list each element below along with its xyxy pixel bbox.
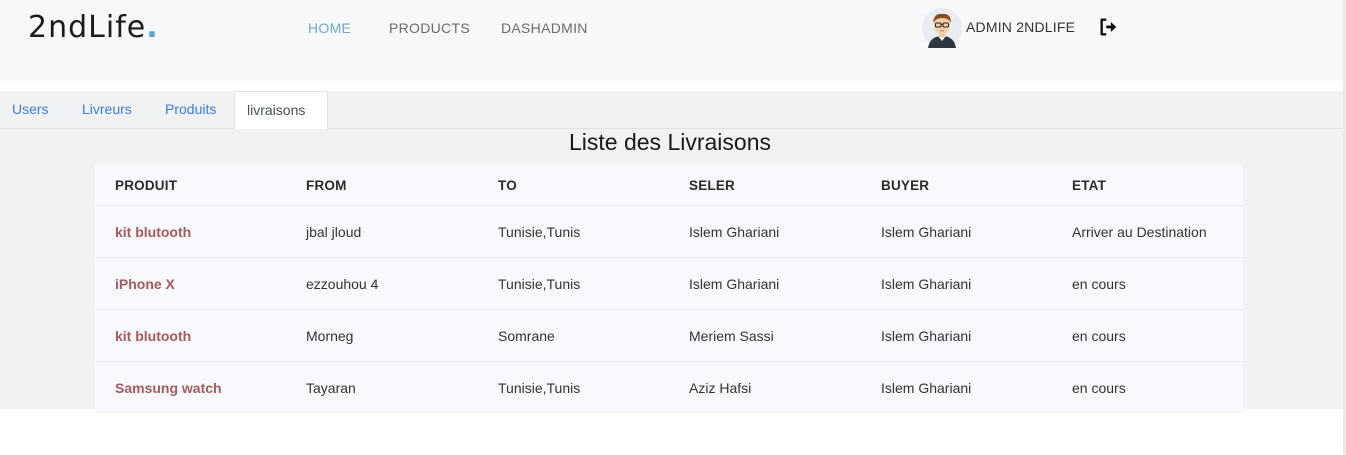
cell-buyer: Islem Ghariani: [881, 275, 972, 292]
cell-seler: Islem Ghariani: [689, 223, 780, 240]
admin-tabs: Users Livreurs Produits livraisons: [0, 91, 1343, 129]
cell-seler: Islem Ghariani: [689, 275, 780, 292]
nav-dashadmin-link[interactable]: DASHADMIN: [501, 19, 588, 37]
tab-produits[interactable]: Produits: [153, 91, 228, 127]
table-row: iPhone X ezzouhou 4 Tunisie,Tunis Islem …: [95, 258, 1243, 310]
cell-to: Somrane: [498, 327, 555, 344]
cell-produit: kit blutooth: [115, 327, 192, 344]
column-header-produit: PRODUIT: [115, 177, 178, 193]
cell-from: Morneg: [306, 327, 354, 344]
table-header-row: PRODUIT FROM TO SELER BUYER ETAT: [95, 165, 1243, 206]
table-row: kit blutooth jbal jloud Tunisie,Tunis Is…: [95, 206, 1243, 258]
column-header-seler: SELER: [689, 177, 736, 193]
cell-seler: Aziz Hafsi: [689, 379, 752, 396]
tab-users[interactable]: Users: [0, 91, 61, 127]
nav-home-link[interactable]: HOME: [308, 19, 351, 37]
tab-livraisons[interactable]: livraisons: [234, 91, 328, 129]
table-row: kit blutooth Morneg Somrane Meriem Sassi…: [95, 310, 1243, 362]
logout-icon[interactable]: [1098, 16, 1120, 38]
admin-name[interactable]: ADMIN 2NDLIFE: [966, 19, 1075, 35]
cell-to: Tunisie,Tunis: [498, 275, 581, 292]
nav-products-link[interactable]: PRODUCTS: [389, 19, 470, 37]
column-header-etat: ETAT: [1072, 177, 1107, 193]
cell-etat: en cours: [1072, 275, 1126, 292]
cell-buyer: Islem Ghariani: [881, 379, 972, 396]
avatar-icon[interactable]: [922, 8, 962, 48]
brand-dot: .: [146, 10, 159, 45]
cell-to: Tunisie,Tunis: [498, 223, 581, 240]
column-header-buyer: BUYER: [881, 177, 930, 193]
cell-to: Tunisie,Tunis: [498, 379, 581, 396]
brand-logo[interactable]: 2ndLife.: [28, 8, 159, 48]
cell-buyer: Islem Ghariani: [881, 327, 972, 344]
cell-from: ezzouhou 4: [306, 275, 379, 292]
cell-produit: Samsung watch: [115, 379, 222, 396]
deliveries-table: PRODUIT FROM TO SELER BUYER ETAT kit blu…: [95, 165, 1243, 413]
cell-buyer: Islem Ghariani: [881, 223, 972, 240]
top-navbar: 2ndLife. HOME PRODUCTS DASHADMIN ADMIN 2…: [0, 0, 1343, 81]
tab-livreurs[interactable]: Livreurs: [70, 91, 144, 127]
cell-produit: kit blutooth: [115, 223, 192, 240]
column-header-to: TO: [498, 177, 517, 193]
page-title: Liste des Livraisons: [569, 129, 771, 155]
cell-produit: iPhone X: [115, 275, 175, 292]
cell-etat: Arriver au Destination: [1072, 223, 1207, 240]
cell-from: Tayaran: [306, 379, 356, 396]
cell-etat: en cours: [1072, 379, 1126, 396]
cell-from: jbal jloud: [306, 223, 362, 240]
column-header-from: FROM: [306, 177, 347, 193]
cell-etat: en cours: [1072, 327, 1126, 344]
brand-name: 2ndLife: [28, 10, 147, 45]
cell-seler: Meriem Sassi: [689, 327, 774, 344]
table-row: Samsung watch Tayaran Tunisie,Tunis Aziz…: [95, 362, 1243, 413]
